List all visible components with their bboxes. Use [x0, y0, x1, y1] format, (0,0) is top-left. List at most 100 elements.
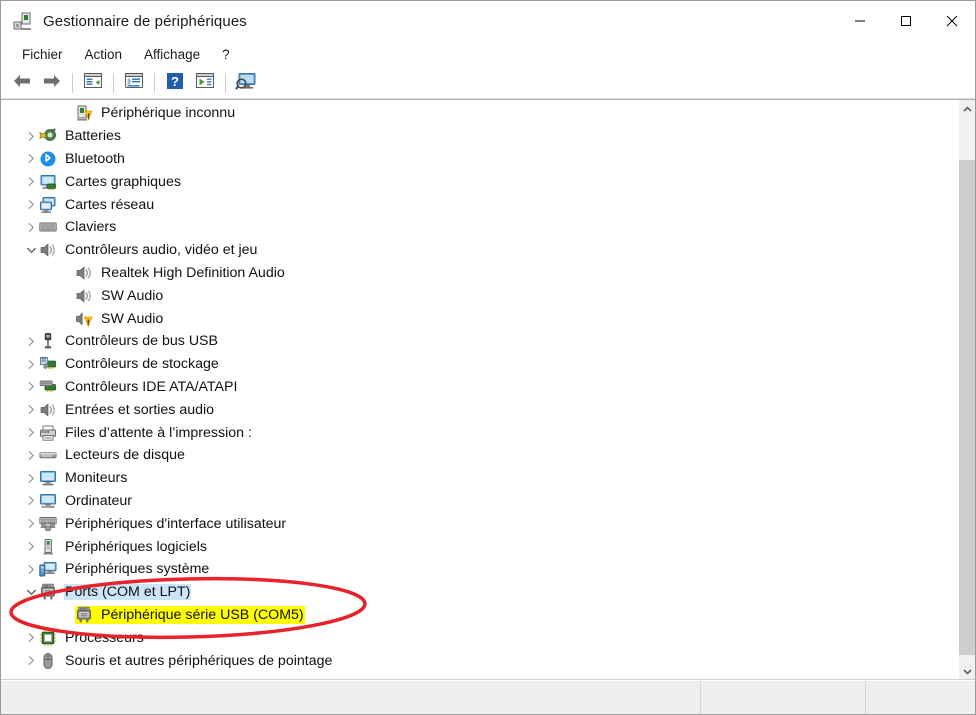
tree-item-bluetooth[interactable]: Bluetooth: [1, 148, 958, 171]
chevron-right-icon[interactable]: [23, 653, 39, 669]
chevron-down-icon[interactable]: [23, 242, 39, 258]
menu-action[interactable]: Action: [76, 44, 132, 65]
tree-item-label: Contrôleurs audio, vidéo et jeu: [64, 242, 258, 258]
status-pane-2: [701, 681, 866, 714]
tree-item-controleurs-ide-ata-atapi[interactable]: Contrôleurs IDE ATA/ATAPI: [1, 376, 958, 399]
scroll-down-button[interactable]: [959, 662, 975, 679]
chevron-right-icon[interactable]: [23, 379, 39, 395]
tree-item-realtek-high-definition-audio[interactable]: Realtek High Definition Audio: [1, 262, 958, 285]
menu-affichage[interactable]: Affichage: [135, 44, 209, 65]
chevron-right-icon[interactable]: [23, 447, 39, 463]
scan-hardware-changes-button[interactable]: [231, 70, 261, 96]
tree-item-peripheriques-logiciels[interactable]: Périphériques logiciels: [1, 535, 958, 558]
tree-item-label: Contrôleurs de stockage: [64, 356, 220, 372]
chevron-down-icon[interactable]: [23, 584, 39, 600]
chevron-right-icon[interactable]: [23, 151, 39, 167]
menu-bar: Fichier Action Affichage ?: [1, 41, 975, 68]
svg-text:?: ?: [171, 74, 179, 89]
chevron-right-icon[interactable]: [23, 128, 39, 144]
tree-item-batteries[interactable]: Batteries: [1, 125, 958, 148]
tree-item-label: Lecteurs de disque: [64, 447, 186, 463]
tree-item-label: Contrôleurs IDE ATA/ATAPI: [64, 379, 238, 395]
tree-item-peripheriques-interface-utilisateur[interactable]: Périphériques d'interface utilisateur: [1, 512, 958, 535]
tree-item-label: SW Audio: [100, 288, 164, 304]
tree-spacer: [59, 105, 75, 121]
title-bar[interactable]: Gestionnaire de périphériques: [1, 1, 975, 41]
help-button[interactable]: ?: [160, 70, 190, 96]
tree-item-cartes-graphiques[interactable]: Cartes graphiques: [1, 170, 958, 193]
toolbar-separator: [225, 73, 226, 93]
scrollbar-thumb[interactable]: [959, 160, 975, 655]
tree-item-content: Ports (COM et LPT): [39, 583, 191, 601]
tree-item-claviers[interactable]: Claviers: [1, 216, 958, 239]
chevron-right-icon[interactable]: [23, 493, 39, 509]
tree-item-controleurs-de-bus-usb[interactable]: Contrôleurs de bus USB: [1, 330, 958, 353]
tree-item-content: Cartes réseau: [39, 196, 155, 214]
computer-icon: [39, 492, 57, 510]
chevron-right-icon[interactable]: [23, 219, 39, 235]
tree-item-label: Périphériques logiciels: [64, 539, 208, 555]
chevron-right-icon[interactable]: [23, 539, 39, 555]
maximize-button[interactable]: [883, 1, 929, 41]
ide-controller-icon: [39, 378, 57, 396]
update-driver-button[interactable]: [190, 70, 220, 96]
show-hide-console-tree-button[interactable]: [78, 70, 108, 96]
minimize-button[interactable]: [837, 1, 883, 41]
system-device-icon: [39, 560, 57, 578]
chevron-right-icon[interactable]: [23, 174, 39, 190]
console-tree-icon: [83, 72, 103, 94]
tree-item-cartes-reseau[interactable]: Cartes réseau: [1, 193, 958, 216]
chevron-right-icon[interactable]: [23, 470, 39, 486]
chevron-right-icon[interactable]: [23, 333, 39, 349]
mouse-icon: [39, 652, 57, 670]
menu-fichier[interactable]: Fichier: [13, 44, 72, 65]
chevron-right-icon[interactable]: [23, 197, 39, 213]
tree-item-label: Entrées et sorties audio: [64, 402, 215, 418]
forward-button[interactable]: [37, 70, 67, 96]
tree-item-processeurs[interactable]: Processeurs: [1, 626, 958, 649]
tree-item-peripherique-inconnu[interactable]: Périphérique inconnu: [1, 102, 958, 125]
chevron-right-icon[interactable]: [23, 516, 39, 532]
tree-item-content: Batteries: [39, 127, 122, 145]
tree-item-label: Ports (COM et LPT): [64, 584, 191, 600]
tree-item-sw-audio-2[interactable]: SW Audio: [1, 307, 958, 330]
tree-item-content: Périphérique série USB (COM5): [75, 606, 305, 624]
scroll-up-button[interactable]: [959, 100, 975, 117]
chevron-right-icon[interactable]: [23, 402, 39, 418]
vertical-scrollbar[interactable]: [958, 100, 975, 679]
tree-item-label: Cartes réseau: [64, 197, 155, 213]
tree-item-lecteurs-de-disque[interactable]: Lecteurs de disque: [1, 444, 958, 467]
tree-item-sw-audio-1[interactable]: SW Audio: [1, 284, 958, 307]
close-button[interactable]: [929, 1, 975, 41]
chevron-right-icon[interactable]: [23, 630, 39, 646]
hid-device-icon: [39, 515, 57, 533]
tree-item-content: Ordinateur: [39, 492, 133, 510]
usb-icon: [39, 332, 57, 350]
tree-item-souris-et-autres-peripheriques-de-pointage[interactable]: Souris et autres périphériques de pointa…: [1, 649, 958, 672]
chevron-right-icon[interactable]: [23, 356, 39, 372]
tree-item-files-attente-impression[interactable]: Files d’attente à l’impression :: [1, 421, 958, 444]
chevron-right-icon[interactable]: [23, 561, 39, 577]
tree-item-peripheriques-systeme[interactable]: Périphériques système: [1, 558, 958, 581]
menu-aide[interactable]: ?: [213, 44, 239, 65]
tree-item-ports-com-et-lpt[interactable]: Ports (COM et LPT): [1, 581, 958, 604]
bluetooth-icon: [39, 150, 57, 168]
tree-item-ordinateur[interactable]: Ordinateur: [1, 490, 958, 513]
chevron-up-icon: [963, 100, 972, 118]
window-title: Gestionnaire de périphériques: [43, 13, 247, 30]
arrow-right-icon: [42, 73, 62, 94]
tree-item-controleurs-de-stockage[interactable]: Contrôleurs de stockage: [1, 353, 958, 376]
tree-item-content: Bluetooth: [39, 150, 126, 168]
tree-item-entrees-et-sorties-audio[interactable]: Entrées et sorties audio: [1, 398, 958, 421]
device-tree[interactable]: Périphérique inconnu Batteries Bluetooth: [1, 100, 958, 679]
status-bar: [1, 680, 975, 714]
back-button[interactable]: [7, 70, 37, 96]
chevron-right-icon[interactable]: [23, 425, 39, 441]
tree-item-peripherique-serie-usb-com5[interactable]: Périphérique série USB (COM5): [1, 604, 958, 627]
tree-item-label: Batteries: [64, 128, 122, 144]
device-manager-window: Gestionnaire de périphériques Fichier Ac…: [0, 0, 976, 715]
tree-item-content: Claviers: [39, 218, 117, 236]
properties-button[interactable]: [119, 70, 149, 96]
tree-item-controleurs-audio-video-jeu[interactable]: Contrôleurs audio, vidéo et jeu: [1, 239, 958, 262]
tree-item-moniteurs[interactable]: Moniteurs: [1, 467, 958, 490]
